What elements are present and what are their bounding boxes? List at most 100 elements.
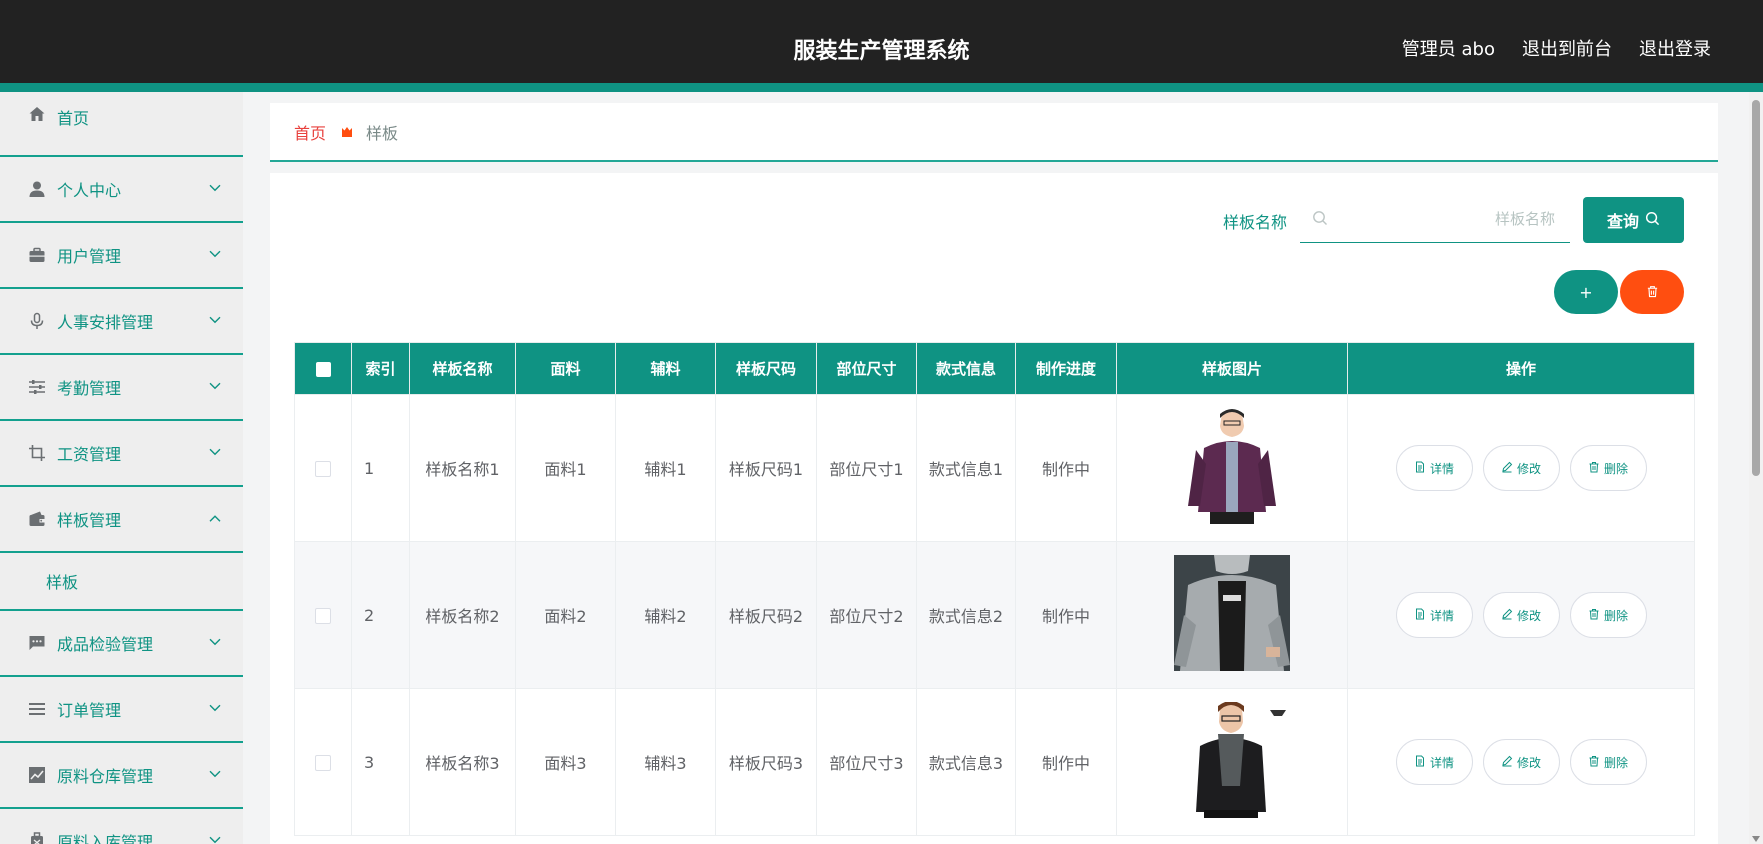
sidebar-item-label: 原料入库管理 [57, 833, 154, 844]
chevron-down-icon [209, 448, 221, 456]
sidebar-item-label: 考勤管理 [57, 379, 122, 398]
column-header: 制作进度 [1015, 342, 1117, 395]
sidebar-item-hr-arrangement[interactable]: 人事安排管理 [0, 289, 243, 355]
scrollbar-thumb[interactable] [1752, 100, 1760, 476]
trash-icon [1646, 283, 1659, 302]
sidebar-item-salary[interactable]: 工资管理 [0, 421, 243, 487]
crop-icon [28, 444, 46, 462]
add-button[interactable]: + [1554, 270, 1618, 314]
part-size-cell: 部位尺寸3 [816, 688, 917, 836]
sidebar: 首页 个人中心 用户管理 人事安排管理 考勤管理 工资管理 样板管理 样板 成品… [0, 92, 243, 844]
chevron-down-icon [209, 250, 221, 258]
index-cell: 3 [351, 688, 410, 836]
column-header: 样板尺码 [715, 342, 817, 395]
delete-label: 删除 [1603, 461, 1628, 476]
submenu-item-sample[interactable]: 样板 [0, 553, 243, 611]
query-button[interactable]: 查询 [1583, 197, 1684, 243]
column-header: 部位尺寸 [816, 342, 917, 395]
header-accent-bar [0, 83, 1763, 92]
sidebar-item-label: 用户管理 [57, 247, 122, 266]
sidebar-item-personal-center[interactable]: 个人中心 [0, 157, 243, 223]
microphone-icon [28, 312, 46, 330]
edit-button[interactable]: 修改 [1482, 592, 1560, 638]
select-all-checkbox[interactable] [315, 361, 331, 377]
row-checkbox[interactable] [315, 608, 331, 624]
sample-thumbnail[interactable] [1174, 701, 1290, 818]
sidebar-item-home[interactable]: 首页 [0, 92, 243, 157]
query-button-label: 查询 [1606, 212, 1639, 231]
chevron-up-icon [209, 514, 221, 522]
accessory-cell: 辅料1 [615, 394, 716, 542]
name-cell: 样板名称1 [409, 394, 516, 542]
accessory-cell: 辅料2 [615, 541, 716, 689]
part-size-cell: 部位尺寸1 [816, 394, 917, 542]
logout-link[interactable]: 退出登录 [1639, 35, 1711, 61]
table-row: 2 样板名称2 面料2 辅料2 样板尺码2 部位尺寸2 款式信息2 制作中 详情… [294, 541, 1695, 689]
table-header-row: 索引 样板名称 面料 辅料 样板尺码 部位尺寸 款式信息 制作进度 样板图片 操… [294, 342, 1695, 395]
exit-to-front-link[interactable]: 退出到前台 [1522, 35, 1612, 61]
delete-button[interactable]: 删除 [1569, 739, 1647, 785]
sidebar-item-user-management[interactable]: 用户管理 [0, 223, 243, 289]
sidebar-item-sample-management[interactable]: 样板管理 [0, 487, 243, 553]
accessory-cell: 辅料3 [615, 688, 716, 836]
column-header: 款式信息 [916, 342, 1016, 395]
index-cell: 1 [351, 394, 410, 542]
sidebar-item-raw-warehouse[interactable]: 原料仓库管理 [0, 743, 243, 809]
breadcrumb-current: 样板 [366, 123, 399, 143]
detail-button[interactable]: 详情 [1395, 445, 1473, 491]
sidebar-item-orders[interactable]: 订单管理 [0, 677, 243, 743]
sidebar-item-attendance[interactable]: 考勤管理 [0, 355, 243, 421]
pencil-icon [1501, 461, 1513, 476]
sample-thumbnail[interactable] [1174, 408, 1290, 524]
sidebar-item-label: 订单管理 [57, 701, 122, 720]
style-cell: 款式信息2 [916, 541, 1016, 689]
main-panel: 样板名称 查询 + 索引 样板名称 面料 辅料 样板尺码 部位尺寸 款式信息 制… [270, 173, 1718, 844]
trash-icon [1588, 755, 1600, 770]
name-cell: 样板名称2 [409, 541, 516, 689]
progress-cell: 制作中 [1015, 688, 1117, 836]
sidebar-item-label: 原料仓库管理 [57, 767, 154, 786]
scroll-down-arrow-icon[interactable] [1752, 836, 1760, 842]
pencil-icon [1501, 755, 1513, 770]
edit-button[interactable]: 修改 [1482, 445, 1560, 491]
sample-thumbnail[interactable] [1174, 553, 1290, 671]
progress-cell: 制作中 [1015, 394, 1117, 542]
image-cell [1116, 688, 1348, 836]
user-icon [28, 180, 46, 198]
edit-label: 修改 [1516, 608, 1541, 623]
chevron-down-icon [209, 638, 221, 646]
admin-user-link[interactable]: 管理员 abo [1402, 35, 1495, 61]
detail-button[interactable]: 详情 [1395, 592, 1473, 638]
trash-icon [1588, 608, 1600, 623]
list-icon [28, 700, 46, 718]
edit-label: 修改 [1516, 461, 1541, 476]
batch-delete-button[interactable] [1620, 270, 1684, 314]
breadcrumb-home-link[interactable]: 首页 [294, 120, 326, 144]
chevron-down-icon [209, 382, 221, 390]
delete-button[interactable]: 删除 [1569, 445, 1647, 491]
column-header: 样板图片 [1116, 342, 1348, 395]
search-input[interactable] [1340, 205, 1555, 233]
sidebar-item-inspection[interactable]: 成品检验管理 [0, 611, 243, 677]
detail-button[interactable]: 详情 [1395, 739, 1473, 785]
row-checkbox[interactable] [315, 461, 331, 477]
page-scrollbar[interactable] [1749, 92, 1763, 844]
delete-label: 删除 [1603, 608, 1628, 623]
detail-label: 详情 [1429, 755, 1454, 770]
sidebar-item-label: 成品检验管理 [57, 635, 154, 654]
column-header: 操作 [1347, 342, 1695, 395]
delete-button[interactable]: 删除 [1569, 592, 1647, 638]
sidebar-item-label: 样板管理 [57, 511, 122, 530]
chevron-down-icon [209, 836, 221, 844]
chevron-down-icon [209, 184, 221, 192]
search-icon [1645, 211, 1660, 230]
trash-icon [1588, 461, 1600, 476]
sidebar-item-raw-inbound[interactable]: 原料入库管理 [0, 809, 243, 844]
size-cell: 样板尺码1 [715, 394, 817, 542]
progress-cell: 制作中 [1015, 541, 1117, 689]
edit-button[interactable]: 修改 [1482, 739, 1560, 785]
row-checkbox[interactable] [315, 755, 331, 771]
chevron-down-icon [209, 704, 221, 712]
document-icon [1414, 755, 1426, 770]
message-icon [28, 634, 46, 652]
